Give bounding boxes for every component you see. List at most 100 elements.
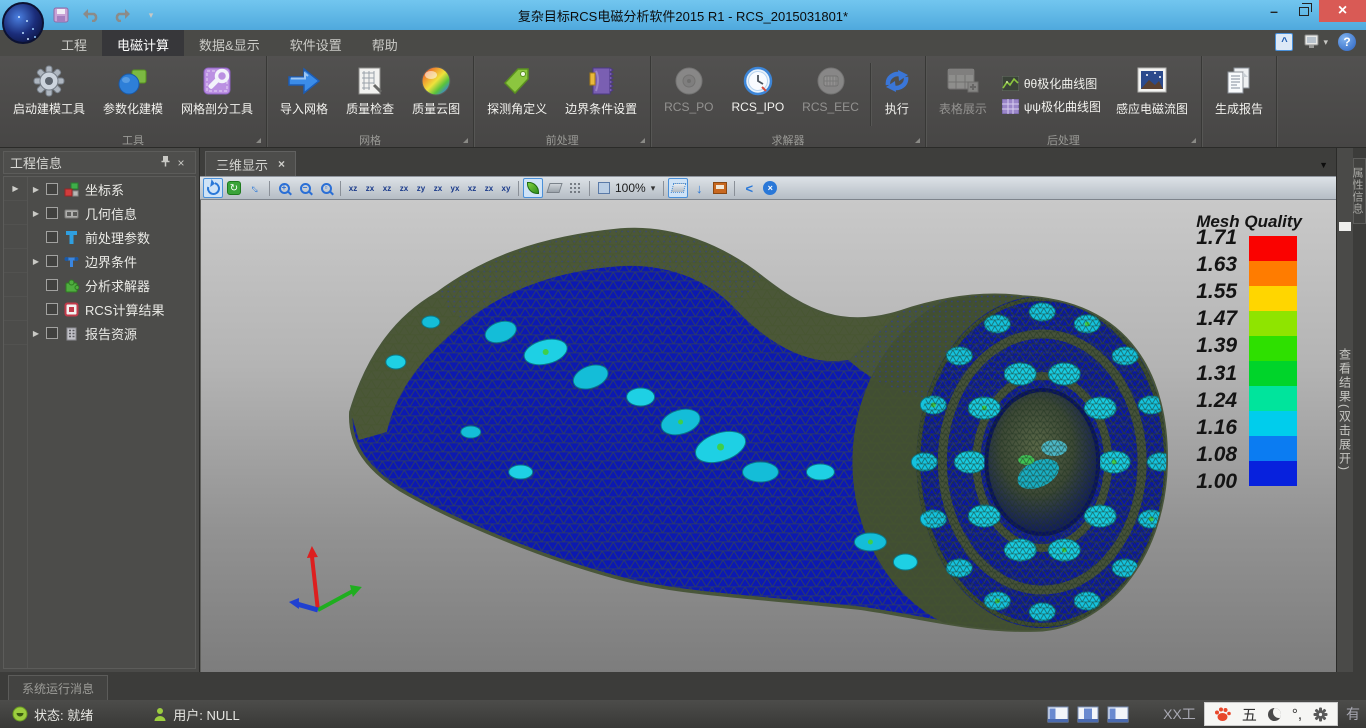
quality-contour-button[interactable]: 质量云图	[403, 59, 469, 130]
parametric-modeling-button[interactable]: 参数化建模	[94, 59, 172, 130]
launch-modeling-tool-button[interactable]: 启动建模工具	[4, 59, 94, 130]
view-orientation-button-7[interactable]: yx	[447, 178, 463, 198]
solver-rcs-eec-button[interactable]: RCS_EEC	[793, 59, 868, 130]
zoom-out-button[interactable]: −	[295, 178, 315, 198]
boundary-condition-button[interactable]: 边界条件设置	[556, 59, 646, 130]
tree-item-preprocess-params[interactable]: 前处理参数	[28, 225, 195, 249]
strip-handle[interactable]	[1339, 222, 1351, 231]
layout-right-button[interactable]	[1107, 706, 1129, 723]
tab-software-settings[interactable]: 软件设置	[275, 30, 357, 56]
tab-project[interactable]: 工程	[46, 30, 102, 56]
section-down-button[interactable]: ↓	[689, 178, 709, 198]
wireframe-button[interactable]	[565, 178, 585, 198]
ime-paw-icon[interactable]	[1214, 706, 1231, 722]
detection-angle-button[interactable]: 探测角定义	[478, 59, 556, 130]
view-orientation-button-1[interactable]: xz	[345, 178, 361, 198]
execute-button[interactable]: 执行	[873, 59, 921, 130]
view-orientation-button-9[interactable]: zx	[481, 178, 497, 198]
redo-button[interactable]	[112, 6, 130, 24]
tree-checkbox[interactable]	[46, 279, 58, 291]
tab-system-messages[interactable]: 系统运行消息	[8, 675, 108, 700]
quality-check-button[interactable]: 质量检查	[337, 59, 403, 130]
layout-center-button[interactable]	[1077, 706, 1099, 723]
tab-close-icon[interactable]: ×	[278, 157, 285, 171]
share-link-button[interactable]: <	[739, 178, 759, 198]
help-button[interactable]: ?	[1338, 33, 1356, 51]
view-orientation-button-4[interactable]: zx	[396, 178, 412, 198]
tab-data-display[interactable]: 数据&显示	[184, 30, 275, 56]
tab-em-computation[interactable]: 电磁计算	[102, 30, 184, 56]
rotate-view-button[interactable]	[203, 178, 223, 198]
smooth-shading-button[interactable]	[523, 178, 543, 198]
import-mesh-button[interactable]: 导入网格	[271, 59, 337, 130]
dialog-launcher-icon[interactable]	[256, 138, 261, 143]
tree-item-boundary-conditions[interactable]: ▶ 边界条件	[28, 249, 195, 273]
zoom-level-select[interactable]: 100% ▾	[594, 181, 659, 195]
theta-polarization-curve-button[interactable]: θθ极化曲线图	[1002, 75, 1101, 92]
surface-mesh-button[interactable]	[668, 178, 688, 198]
capture-image-button[interactable]	[710, 178, 730, 198]
3d-viewport[interactable]: Mesh Quality 1.711.63 1.551.47 1.391.31 …	[200, 200, 1336, 672]
qat-more-button[interactable]: ▾	[142, 6, 160, 24]
orbit-button[interactable]: ↻	[224, 178, 244, 198]
undo-button[interactable]	[82, 6, 100, 24]
ime-settings-gear-icon[interactable]	[1313, 707, 1328, 722]
dialog-launcher-icon[interactable]	[640, 138, 645, 143]
tree-item-rcs-results[interactable]: RCS计算结果	[28, 297, 195, 321]
tree-checkbox[interactable]	[46, 303, 58, 315]
tree-checkbox[interactable]	[46, 255, 58, 267]
view-orientation-button-6[interactable]: zx	[430, 178, 446, 198]
results-collapsed-panel[interactable]: 查看结果(双击展开)	[1336, 148, 1353, 672]
expand-arrow-icon[interactable]: ▶	[31, 185, 41, 194]
tree-checkbox[interactable]	[46, 207, 58, 219]
expand-arrow-icon[interactable]: ▶	[31, 257, 41, 266]
tree-checkbox[interactable]	[46, 231, 58, 243]
tab-help[interactable]: 帮助	[357, 30, 413, 56]
view-orientation-button-2[interactable]: zx	[362, 178, 378, 198]
ime-halfwidth-icon[interactable]	[1268, 708, 1281, 721]
panel-close-icon[interactable]: ×	[173, 156, 189, 170]
tree-item-analysis-solver[interactable]: 分析求解器	[28, 273, 195, 297]
clear-view-button[interactable]: ×	[760, 178, 780, 198]
restore-button[interactable]	[1289, 0, 1319, 22]
view-orientation-button-10[interactable]: xy	[498, 178, 514, 198]
zoom-in-button[interactable]: +	[274, 178, 294, 198]
minimize-button[interactable]: –	[1259, 0, 1289, 22]
close-button[interactable]: ×	[1319, 0, 1366, 22]
induced-current-map-button[interactable]: 感应电磁流图	[1107, 59, 1197, 130]
psi-polarization-curve-button[interactable]: ψψ极化曲线图	[1002, 98, 1101, 115]
dialog-launcher-icon[interactable]	[463, 138, 468, 143]
dialog-launcher-icon[interactable]	[1191, 138, 1196, 143]
solver-rcs-ipo-button[interactable]: RCS_IPO	[722, 59, 793, 130]
view-orientation-button-8[interactable]: xz	[464, 178, 480, 198]
tree-item-coordinate-system[interactable]: ▶ 坐标系	[28, 177, 195, 201]
meshing-tool-button[interactable]: 网格剖分工具	[172, 59, 262, 130]
pan-button[interactable]: ⇔	[245, 178, 265, 198]
tab-list-dropdown-icon[interactable]: ▼	[1319, 160, 1328, 170]
layout-left-button[interactable]	[1047, 706, 1069, 723]
pin-icon[interactable]	[157, 155, 173, 170]
save-button[interactable]	[52, 6, 70, 24]
tab-3d-display[interactable]: 三维显示 ×	[205, 151, 296, 176]
display-style-button[interactable]: ▾	[1303, 34, 1328, 50]
app-logo[interactable]	[2, 2, 44, 44]
table-display-button[interactable]: 表格展示	[930, 59, 996, 130]
ime-punctuation-button[interactable]: °,	[1292, 706, 1302, 723]
tree-checkbox[interactable]	[46, 327, 58, 339]
view-orientation-button-5[interactable]: zy	[413, 178, 429, 198]
tree-item-report-resources[interactable]: ▶ 报告资源	[28, 321, 195, 345]
flat-shading-button[interactable]	[544, 178, 564, 198]
generate-report-button[interactable]: 生成报告	[1206, 59, 1272, 130]
results-strip-label[interactable]: 查看结果(双击展开)	[1337, 348, 1354, 472]
collapse-ribbon-button[interactable]: ^	[1275, 33, 1293, 51]
zoom-fit-button[interactable]: ▫	[316, 178, 336, 198]
expand-arrow-icon[interactable]: ▶	[31, 329, 41, 338]
view-orientation-button-3[interactable]: xz	[379, 178, 395, 198]
tree-item-geometry-info[interactable]: ▶ 几何信息	[28, 201, 195, 225]
tree-checkbox[interactable]	[46, 183, 58, 195]
tab-property-info[interactable]: 属性信息	[1353, 158, 1366, 224]
solver-rcs-po-button[interactable]: RCS_PO	[655, 59, 722, 130]
expand-arrow-icon[interactable]: ▶	[31, 209, 41, 218]
dialog-launcher-icon[interactable]	[915, 138, 920, 143]
ime-mode-button[interactable]: 五	[1242, 704, 1257, 725]
